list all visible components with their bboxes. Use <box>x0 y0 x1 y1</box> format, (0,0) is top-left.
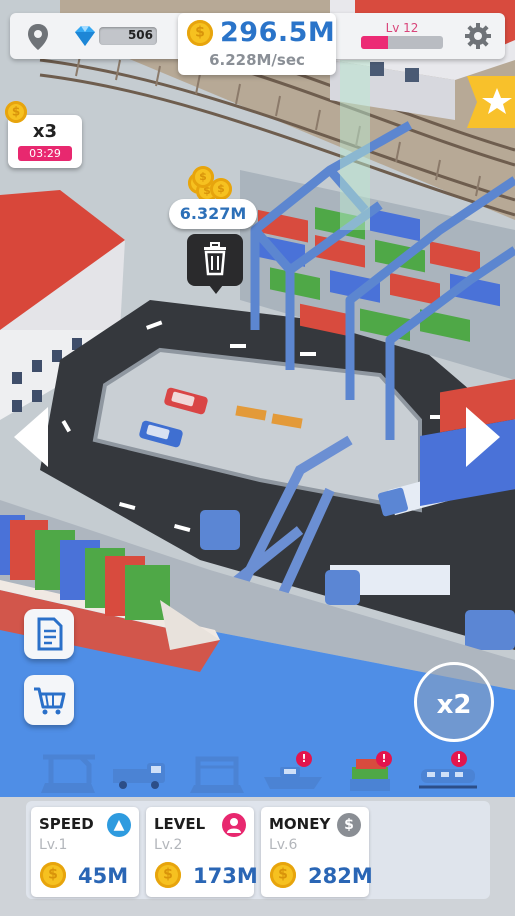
train-icon <box>419 769 477 789</box>
trash-icon <box>204 242 226 276</box>
upgrade-title: SPEED <box>39 815 94 833</box>
crane-icon <box>41 754 95 793</box>
ship-icon <box>264 767 322 789</box>
level-progress-bar <box>361 36 443 49</box>
upgrade-title: LEVEL <box>154 815 206 833</box>
prev-area-arrow[interactable] <box>14 407 48 467</box>
task-list-button[interactable] <box>24 609 74 659</box>
upgrade-level: Lv.6 <box>269 837 298 853</box>
arrow-up-icon: ▲ <box>107 813 131 837</box>
upgrade-level: Lv.1 <box>39 837 68 853</box>
shopping-cart-icon <box>34 687 66 715</box>
category-tabs: ! ! ! <box>0 745 515 801</box>
gem-icon <box>71 24 99 48</box>
ship-alert-badge: ! <box>296 751 312 767</box>
next-area-arrow[interactable] <box>466 407 500 467</box>
gear-icon[interactable] <box>464 22 492 50</box>
upgrade-level: Lv.2 <box>154 837 183 853</box>
truck-icon <box>113 763 165 789</box>
map-pin-icon[interactable] <box>26 22 50 52</box>
boost-coin-icon <box>5 101 27 123</box>
gem-counter: 506 <box>99 27 157 45</box>
star-rating-button[interactable] <box>467 76 515 128</box>
containers-icon <box>350 759 390 791</box>
upgrade-card-level[interactable]: LEVEL Lv.2 173M <box>146 807 258 897</box>
upgrade-card-speed[interactable]: SPEED ▲ Lv.1 45M <box>31 807 139 897</box>
speed-multiplier-button[interactable]: x2 <box>414 662 494 742</box>
dollar-icon: $ <box>337 813 361 837</box>
trash-button[interactable] <box>187 234 243 294</box>
boost-timer: 03:29 <box>18 146 72 161</box>
shop-button[interactable] <box>24 675 74 725</box>
income-rate: 6.228M/sec <box>209 51 305 69</box>
coin-icon <box>155 862 181 888</box>
level-label: Lv 12 <box>385 21 419 35</box>
containers-alert-badge: ! <box>376 751 392 767</box>
tab-truck[interactable] <box>105 745 175 799</box>
boost-multiplier-panel[interactable]: x3 03:29 <box>8 115 82 168</box>
tab-train[interactable]: ! <box>413 745 483 799</box>
boost-multiplier: x3 <box>32 121 58 142</box>
tab-gantry[interactable] <box>182 745 252 799</box>
document-icon <box>37 617 63 651</box>
upgrade-cost: 173M <box>193 864 258 888</box>
upgrade-title: MONEY <box>269 815 331 833</box>
floating-income-label[interactable]: 6.327M <box>169 199 257 229</box>
upgrade-cost: 282M <box>308 864 373 888</box>
train-alert-badge: ! <box>451 751 467 767</box>
person-icon <box>222 813 246 837</box>
coin-panel: 296.5M 6.228M/sec <box>178 13 336 75</box>
coin-icon <box>40 862 66 888</box>
gem-count: 506 <box>127 28 153 42</box>
tab-containers[interactable]: ! <box>338 745 408 799</box>
upgrade-card-money[interactable]: MONEY $ Lv.6 282M <box>261 807 373 897</box>
level-progress-fill <box>361 36 389 49</box>
tab-ship[interactable]: ! <box>258 745 328 799</box>
upgrade-cost: 45M <box>78 864 129 888</box>
coin-total: 296.5M <box>220 17 336 48</box>
coin-icon <box>187 20 213 46</box>
gantry-icon <box>190 756 244 793</box>
coin-icon <box>270 862 296 888</box>
tab-crane[interactable] <box>33 745 103 799</box>
